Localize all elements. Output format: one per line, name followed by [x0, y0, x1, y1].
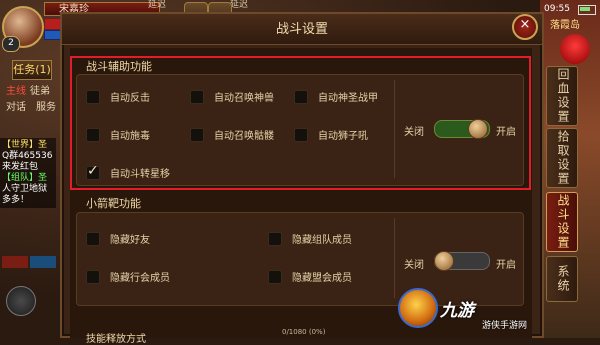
latency-label-left: 延迟	[148, 0, 167, 10]
panel-title: 战斗设置	[275, 22, 328, 37]
player-level-badge: 2	[2, 36, 20, 52]
target-toggle-off-label: 关闭	[404, 260, 424, 271]
service-tab[interactable]: 服务	[36, 98, 56, 113]
highlight-frame	[70, 56, 531, 190]
chat-line: 【组队】圣	[2, 173, 48, 183]
option-label[interactable]: 隐藏组队成员	[292, 231, 352, 246]
checkbox[interactable]	[86, 270, 100, 284]
bottom-left-blue-button[interactable]	[30, 256, 56, 268]
side-tab[interactable]: 拾取设置	[546, 128, 578, 188]
chat-line: 多多！	[2, 195, 30, 205]
close-button[interactable]: ×	[512, 14, 538, 40]
side-tab[interactable]: 战斗设置	[546, 192, 578, 252]
option-label[interactable]: 隐藏好友	[110, 231, 150, 246]
chat-line: 来发红包	[2, 162, 39, 172]
option-label[interactable]: 隐藏盟会成员	[292, 269, 352, 284]
section-title-target: 小箭靶功能	[86, 197, 141, 210]
dialog-tab[interactable]: 对话	[6, 98, 26, 113]
checkbox[interactable]	[86, 232, 100, 246]
target-toggle-on-label: 开启	[496, 260, 516, 271]
watermark-text: 九游	[440, 301, 474, 321]
option-label[interactable]: 隐藏行会成员	[110, 269, 170, 284]
watermark-subtext: 游侠手游网	[482, 321, 528, 331]
task-button[interactable]: 任务(1)	[12, 60, 52, 80]
checkbox[interactable]	[268, 270, 282, 284]
latency-label-right: 延迟	[230, 0, 249, 10]
chat-line: 【世界】圣	[2, 140, 48, 150]
exp-text: 0/1080 (0%)	[282, 328, 326, 336]
qq-icon[interactable]	[560, 34, 590, 64]
side-tab[interactable]: 回血设置	[546, 66, 578, 126]
map-name: 落霞岛	[550, 20, 580, 31]
checkbox[interactable]	[268, 232, 282, 246]
chat-line: Q群465536	[2, 151, 53, 161]
voice-icon[interactable]	[6, 286, 36, 316]
bottom-left-red-button[interactable]	[2, 256, 28, 268]
battery-icon	[578, 5, 596, 15]
main-quest-tag: 主线	[6, 86, 26, 97]
clock: 09:55	[544, 4, 570, 14]
section2-divider	[394, 218, 395, 298]
chat-line: 人守卫地狱	[2, 184, 48, 194]
watermark-logo	[398, 288, 438, 328]
side-tab[interactable]: 系统	[546, 256, 578, 302]
target-toggle-knob[interactable]	[434, 251, 454, 271]
quest-text[interactable]: 徒弟	[30, 82, 50, 97]
